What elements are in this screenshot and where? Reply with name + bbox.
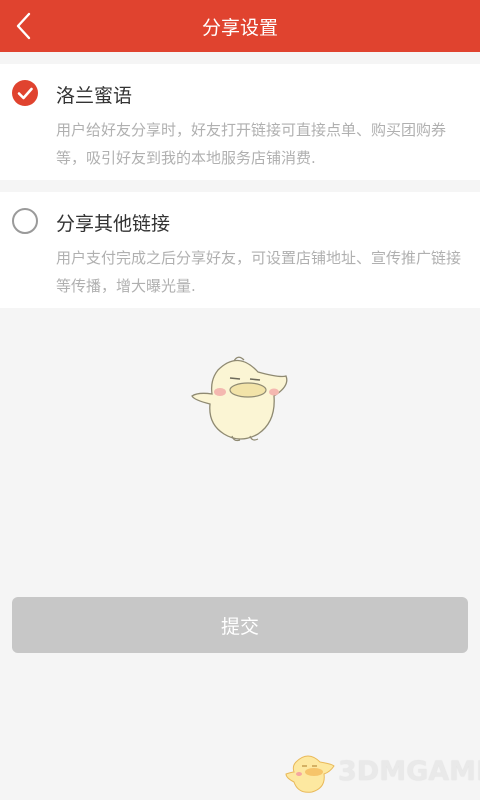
page-title: 分享设置 — [201, 16, 278, 39]
share-option-other-link[interactable]: 分享其他链接 用户支付完成之后分享好友，可设置店铺地址、宣传推广链接等传播，增大… — [0, 192, 480, 308]
option-title: 分享其他链接 — [56, 213, 171, 235]
checkmark-icon — [17, 87, 33, 100]
watermark: 3DMGAME — [282, 748, 480, 794]
option-description: 用户支付完成之后分享好友，可设置店铺地址、宣传推广链接等传播，增大曝光量. — [56, 249, 462, 295]
radio-unchecked[interactable] — [12, 208, 38, 234]
share-option-lanlan[interactable]: 洛兰蜜语 用户给好友分享时，好友打开链接可直接点单、购买团购券等，吸引好友到我的… — [0, 64, 480, 180]
option-description: 用户给好友分享时，好友打开链接可直接点单、购买团购券等，吸引好友到我的本地服务店… — [56, 121, 447, 167]
watermark-mascot-icon — [285, 755, 335, 793]
back-button[interactable] — [6, 8, 42, 44]
radio-checked[interactable] — [12, 80, 38, 106]
mascot-illustration — [188, 352, 292, 448]
top-bar: 分享设置 — [0, 0, 480, 52]
option-title: 洛兰蜜语 — [56, 85, 133, 107]
chevron-left-icon — [16, 12, 31, 40]
submit-button[interactable]: 提交 — [12, 597, 468, 653]
watermark-text: 3DMGAME — [338, 755, 480, 787]
